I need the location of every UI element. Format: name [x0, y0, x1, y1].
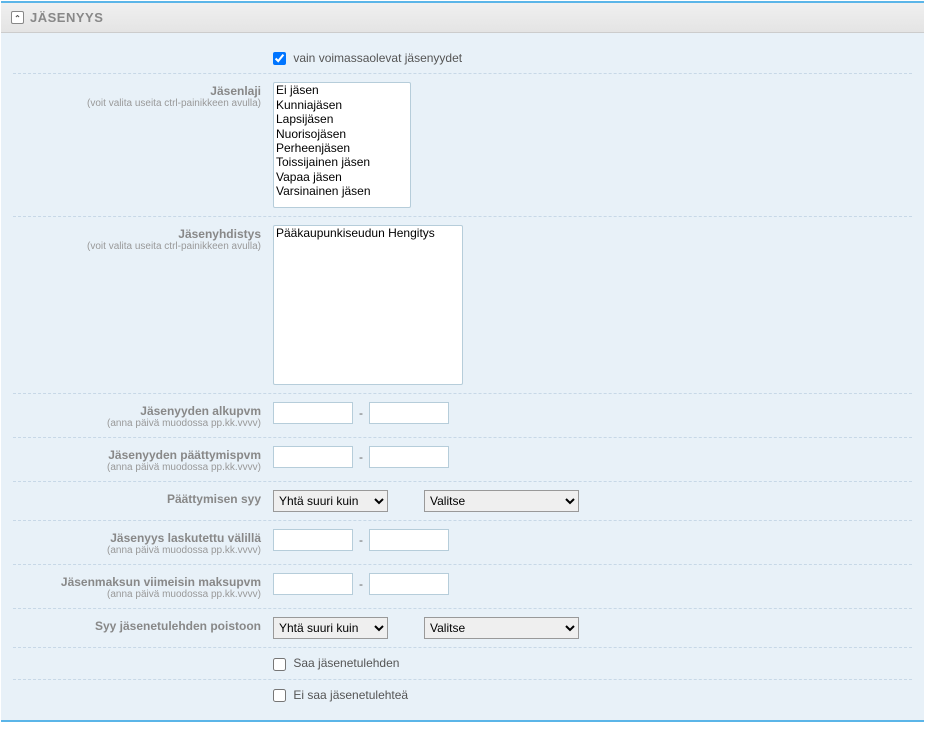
jasenlaji-label: Jäsenlaji [13, 84, 261, 98]
row-jasenlaji: Jäsenlaji (voit valita useita ctrl-paini… [13, 74, 912, 217]
paattymispvm-sublabel: (anna päivä muodossa pp.kk.vvvv) [13, 462, 261, 473]
saa-label: Saa jäsenetulehden [293, 656, 399, 670]
paattymispvm-from-input[interactable] [273, 446, 353, 468]
valid-only-label: vain voimassaolevat jäsenyydet [293, 51, 462, 65]
panel-title: JÄSENYYS [30, 10, 103, 25]
jasenlaji-sublabel: (voit valita useita ctrl-painikkeen avul… [13, 98, 261, 109]
valid-only-wrapper[interactable]: vain voimassaolevat jäsenyydet [273, 51, 462, 65]
saa-wrapper[interactable]: Saa jäsenetulehden [273, 656, 399, 670]
dash-separator: - [359, 577, 363, 591]
row-maksupvm: Jäsenmaksun viimeisin maksupvm (anna päi… [13, 565, 912, 609]
valid-only-checkbox[interactable] [273, 52, 286, 65]
row-paattymispvm: Jäsenyyden päättymispvm (anna päivä muod… [13, 438, 912, 482]
row-valid-only: vain voimassaolevat jäsenyydet [13, 43, 912, 74]
row-paattymisen-syy: Päättymisen syy Yhtä suuri kuin Valitse [13, 482, 912, 521]
alkupvm-from-input[interactable] [273, 402, 353, 424]
saa-checkbox[interactable] [273, 658, 286, 671]
paattymispvm-to-input[interactable] [369, 446, 449, 468]
row-poisto-syy: Syy jäsenetulehden poistoon Yhtä suuri k… [13, 609, 912, 648]
paattymispvm-label: Jäsenyyden päättymispvm [13, 448, 261, 462]
paattymisen-syy-value[interactable]: Valitse [424, 490, 579, 512]
maksupvm-from-input[interactable] [273, 573, 353, 595]
laskutettu-label: Jäsenyys laskutettu välillä [13, 531, 261, 545]
panel-header: JÄSENYYS [1, 3, 924, 33]
maksupvm-label: Jäsenmaksun viimeisin maksupvm [13, 575, 261, 589]
collapse-icon[interactable] [11, 11, 24, 24]
row-alkupvm: Jäsenyyden alkupvm (anna päivä muodossa … [13, 394, 912, 438]
laskutettu-sublabel: (anna päivä muodossa pp.kk.vvvv) [13, 545, 261, 556]
alkupvm-label: Jäsenyyden alkupvm [13, 404, 261, 418]
row-ei-saa: Ei saa jäsenetulehteä [13, 680, 912, 710]
ei-saa-wrapper[interactable]: Ei saa jäsenetulehteä [273, 688, 408, 702]
jasenyhdistys-listbox[interactable]: Pääkaupunkiseudun Hengitys [273, 225, 463, 385]
dash-separator: - [359, 450, 363, 464]
row-saa: Saa jäsenetulehden [13, 648, 912, 679]
row-jasenyhdistys: Jäsenyhdistys (voit valita useita ctrl-p… [13, 217, 912, 394]
ei-saa-checkbox[interactable] [273, 689, 286, 702]
poisto-syy-value[interactable]: Valitse [424, 617, 579, 639]
row-laskutettu: Jäsenyys laskutettu välillä (anna päivä … [13, 521, 912, 565]
poisto-syy-label: Syy jäsenetulehden poistoon [13, 619, 261, 633]
paattymisen-syy-operator[interactable]: Yhtä suuri kuin [273, 490, 388, 512]
alkupvm-to-input[interactable] [369, 402, 449, 424]
panel-body: vain voimassaolevat jäsenyydet Jäsenlaji… [1, 33, 924, 720]
jasenyhdistys-label: Jäsenyhdistys [13, 227, 261, 241]
laskutettu-from-input[interactable] [273, 529, 353, 551]
ei-saa-label: Ei saa jäsenetulehteä [293, 688, 408, 702]
maksupvm-sublabel: (anna päivä muodossa pp.kk.vvvv) [13, 589, 261, 600]
laskutettu-to-input[interactable] [369, 529, 449, 551]
alkupvm-sublabel: (anna päivä muodossa pp.kk.vvvv) [13, 418, 261, 429]
dash-separator: - [359, 406, 363, 420]
jasenlaji-listbox[interactable]: Ei jäsenKunniajäsenLapsijäsenNuorisojäse… [273, 82, 411, 208]
maksupvm-to-input[interactable] [369, 573, 449, 595]
dash-separator: - [359, 533, 363, 547]
paattymisen-syy-label: Päättymisen syy [13, 492, 261, 506]
poisto-syy-operator[interactable]: Yhtä suuri kuin [273, 617, 388, 639]
jasenyhdistys-sublabel: (voit valita useita ctrl-painikkeen avul… [13, 241, 261, 252]
membership-panel: JÄSENYYS vain voimassaolevat jäsenyydet … [1, 1, 924, 722]
